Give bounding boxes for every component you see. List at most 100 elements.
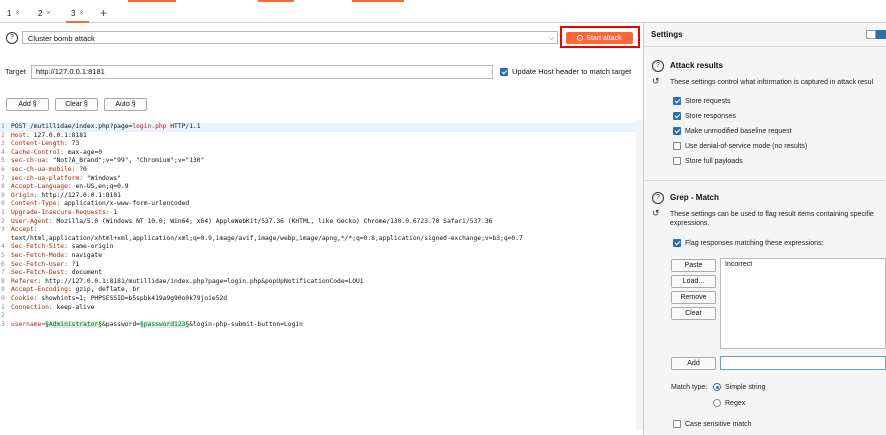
auto-payload-button[interactable]: Auto § <box>104 98 147 111</box>
payload-marker[interactable]: §Administrator§ <box>45 320 102 328</box>
request-line[interactable]: 7 sec-ch-ua-platform: "Windows" <box>0 175 636 184</box>
layout-toggle-icon[interactable] <box>866 30 876 39</box>
store-requests-option[interactable]: Store requests <box>673 97 731 105</box>
tab-3[interactable]: 3 × <box>66 5 89 23</box>
request-line[interactable]: 2 Host: 127.0.0.1:8181 <box>0 132 636 141</box>
checkbox[interactable] <box>673 127 681 135</box>
target-url-input[interactable]: http://127.0.0.1:8181 <box>31 65 493 79</box>
line-text: Sec-Fetch-Mode: navigate <box>11 252 102 259</box>
dos-mode-option[interactable]: Use denial-of-service mode (no results) <box>673 142 807 150</box>
request-line[interactable]: 0 Content-Type: application/x-www-form-ur… <box>0 200 636 209</box>
clear-button[interactable]: Clear <box>671 307 716 320</box>
request-line[interactable]: 4 Sec-Fetch-Site: same-origin <box>0 243 636 252</box>
payload-marker[interactable]: §password123§ <box>139 320 190 328</box>
checkbox[interactable] <box>673 112 681 120</box>
match-type-label: Match type: <box>671 384 708 391</box>
request-line[interactable]: 8 Referer: http://127.0.0.1:8181/mutillid… <box>0 278 636 287</box>
request-line[interactable]: 9 Origin: http://127.0.0.1:8181 <box>0 192 636 201</box>
line-number: 2 <box>1 312 5 320</box>
play-icon <box>577 35 584 41</box>
line-text: sec-ch-ua-platform: "Windows" <box>11 174 121 182</box>
request-line[interactable]: 4 Cache-Control: max-age=0 <box>0 149 636 158</box>
update-host-option[interactable]: Update Host header to match target <box>500 67 631 76</box>
request-line[interactable]: 7 Sec-Fetch-Dest: document <box>0 269 636 278</box>
request-line[interactable]: 3 Content-Length: 73 <box>0 140 636 149</box>
line-text: Accept: <box>11 226 38 234</box>
tab-close-icon[interactable]: × <box>15 10 19 17</box>
tab-close-icon[interactable]: × <box>79 10 83 17</box>
request-line[interactable]: 3 Accept: <box>0 226 636 235</box>
add-payload-button[interactable]: Add § <box>6 98 49 111</box>
line-number: 3 <box>1 320 5 328</box>
update-host-checkbox[interactable] <box>500 67 508 76</box>
option-label: Make unmodified baseline request <box>685 127 792 135</box>
radio-button[interactable] <box>713 383 721 391</box>
request-line[interactable]: 8 Accept-Language: en-US,en;q=0.9 <box>0 183 636 192</box>
store-responses-option[interactable]: Store responses <box>673 112 736 120</box>
line-text: Connection: keep-alive <box>11 303 95 311</box>
line-number: 2 <box>1 131 5 139</box>
accent-segment <box>352 0 404 2</box>
checkbox[interactable] <box>673 157 681 165</box>
add-expression-button[interactable]: Add <box>671 357 716 370</box>
checkbox[interactable] <box>673 420 681 428</box>
request-line[interactable]: 1 Upgrade-Insecure-Requests: 1 <box>0 209 636 218</box>
tab-label: 3 <box>71 8 76 18</box>
case-sensitive-option[interactable]: Case sensitive match <box>673 420 752 428</box>
request-line[interactable]: 0 Cookie: showhints=1; PHPSESSID=b5spbk41… <box>0 295 636 304</box>
request-line[interactable]: 1 Connection: keep-alive <box>0 304 636 313</box>
remove-button[interactable]: Remove <box>671 291 716 304</box>
intruder-tab-bar: 1 × 2 × 3 × + <box>0 5 886 23</box>
request-line[interactable]: 2 <box>0 312 636 321</box>
start-attack-button[interactable]: Start attack <box>566 32 633 44</box>
request-line[interactable]: 6 Sec-Fetch-User: ?1 <box>0 261 636 270</box>
list-item[interactable]: Incorrect <box>721 259 885 270</box>
checkbox[interactable] <box>673 97 681 105</box>
paste-button[interactable]: Paste <box>671 259 716 272</box>
settings-title: Settings <box>651 30 683 39</box>
divider <box>644 180 886 181</box>
attack-type-select[interactable]: Cluster bomb attack ⌵ <box>22 31 558 44</box>
tab-1[interactable]: 1 × <box>2 5 25 21</box>
store-full-payloads-option[interactable]: Store full payloads <box>673 157 743 165</box>
line-text: sec-ch-ua: "Not?A_Brand";v="99", "Chromi… <box>11 157 205 165</box>
radio-button[interactable] <box>713 399 721 407</box>
match-expressions-list[interactable]: Incorrect <box>720 258 886 349</box>
option-label: Use denial-of-service mode (no results) <box>685 142 808 150</box>
request-line[interactable]: text/html,application/xhtml+xml,applicat… <box>0 235 636 244</box>
help-icon[interactable]: ? <box>652 192 664 204</box>
line-text: Content-Type: application/x-www-form-url… <box>11 200 190 208</box>
expression-input[interactable] <box>720 356 886 370</box>
checkbox[interactable] <box>673 239 681 247</box>
help-icon[interactable]: ? <box>652 60 664 72</box>
request-line[interactable]: 3 username=§Administrator§&password=§pass… <box>0 320 636 330</box>
tab-close-icon[interactable]: × <box>46 10 50 17</box>
request-line[interactable]: 5 sec-ch-ua: "Not?A_Brand";v="99", "Chrom… <box>0 157 636 166</box>
line-text: sec-ch-ua-mobile: ?0 <box>11 166 87 173</box>
request-line[interactable]: 6 sec-ch-ua-mobile: ?0 <box>0 166 636 175</box>
request-editor[interactable]: 1 POST /mutillidae/index.php?page=login.p… <box>0 120 636 430</box>
load-button[interactable]: Load... <box>671 275 716 288</box>
baseline-request-option[interactable]: Make unmodified baseline request <box>673 127 792 135</box>
request-line[interactable]: 1 POST /mutillidae/index.php?page=login.p… <box>0 123 636 132</box>
new-tab-button[interactable]: + <box>100 5 107 21</box>
tab-2[interactable]: 2 × <box>33 5 56 21</box>
request-line[interactable]: 9 Accept-Encoding: gzip, deflate, br <box>0 286 636 295</box>
layout-toggle-active-icon[interactable] <box>876 30 886 39</box>
clear-payload-button[interactable]: Clear § <box>55 98 98 111</box>
request-line[interactable]: 5 Sec-Fetch-Mode: navigate <box>0 252 636 261</box>
tab-label: 1 <box>7 8 12 18</box>
reset-icon[interactable]: ↺ <box>652 76 660 87</box>
simple-string-option[interactable]: Simple string <box>713 383 765 391</box>
line-number: 3 <box>1 226 5 234</box>
line-text: Cookie: showhints=1; PHPSESSID=b5spbk419… <box>11 295 228 302</box>
help-icon[interactable]: ? <box>6 32 18 44</box>
editor-scrollbar[interactable] <box>636 120 643 430</box>
option-label: Store responses <box>685 112 736 120</box>
flag-responses-option[interactable]: Flag responses matching these expression… <box>673 239 824 247</box>
request-line[interactable]: 2 User-Agent: Mozilla/5.0 (Windows NT 10.… <box>0 218 636 227</box>
reset-icon[interactable]: ↺ <box>652 208 660 219</box>
regex-option[interactable]: Regex <box>713 399 745 407</box>
checkbox[interactable] <box>673 142 681 150</box>
line-text: POST /mutillidae/index.php?page=login.ph… <box>11 123 201 130</box>
